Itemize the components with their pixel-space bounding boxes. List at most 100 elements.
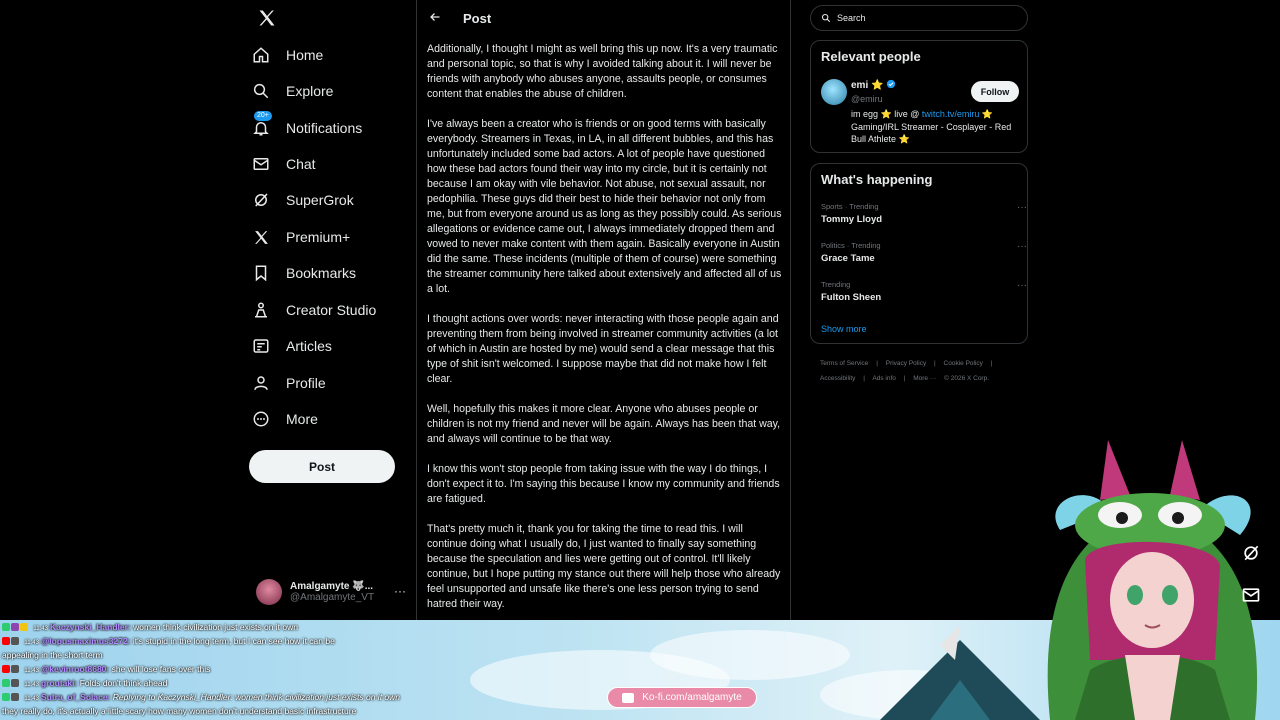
chat-username: Kaczynski_Handler:: [49, 622, 131, 632]
grok-icon[interactable]: [1238, 540, 1264, 566]
person-icon: [250, 372, 272, 394]
post-header: Post: [417, 0, 790, 36]
follow-button[interactable]: Follow: [971, 81, 1019, 102]
trend-item[interactable]: Trending Fulton Sheen ···: [821, 280, 1027, 303]
post-paragraph: I know this won't stop people from takin…: [427, 463, 780, 505]
show-more-link[interactable]: Show more: [821, 324, 867, 334]
nav-creator-studio[interactable]: Creator Studio: [250, 293, 420, 327]
nav-bookmarks-label: Bookmarks: [286, 265, 357, 281]
relevant-people-title: Relevant people: [821, 49, 921, 64]
trend-name: Grace Tame: [821, 253, 875, 264]
chat-time: 11:43: [33, 626, 48, 632]
nav-articles-label: Articles: [286, 338, 332, 354]
footer-link-more[interactable]: More ···: [913, 375, 936, 382]
mail-icon[interactable]: [1238, 582, 1264, 608]
verified-icon: [887, 79, 896, 89]
nav-profile-label: Profile: [286, 375, 326, 391]
search-placeholder: Search: [837, 13, 866, 23]
footer-separator: |: [876, 360, 878, 367]
whats-happening-title: What's happening: [821, 172, 933, 187]
home-icon: [250, 44, 272, 66]
search-input[interactable]: Search: [810, 5, 1028, 31]
post-paragraph: Well, hopefully this makes it more clear…: [427, 403, 781, 445]
x-logo-icon[interactable]: [257, 8, 281, 32]
nav-supergrok-label: SuperGrok: [286, 192, 354, 208]
footer-link-accessibility[interactable]: Accessibility: [820, 375, 855, 382]
footer-copyright: © 2026 X Corp.: [944, 375, 990, 382]
chat-text: it's stupid in the long term, but I can …: [130, 636, 335, 646]
nav-notifications[interactable]: 20+ Notifications: [250, 111, 420, 145]
relevant-person-handle: @emiru: [851, 94, 883, 104]
bell-icon: 20+: [250, 111, 272, 139]
notification-badge: 20+: [254, 111, 272, 121]
back-arrow-icon[interactable]: [429, 10, 449, 26]
nav-articles[interactable]: Articles: [250, 329, 420, 363]
account-name: Amalgamyte 🐺...: [290, 581, 374, 592]
trend-more-icon[interactable]: ···: [1017, 241, 1027, 252]
nav-more[interactable]: More: [250, 402, 420, 436]
x-logo-icon: [250, 226, 272, 248]
footer-separator: |: [934, 360, 936, 367]
chat-text: appealing in the short term: [2, 650, 103, 660]
nav-home-label: Home: [286, 47, 324, 63]
trend-item[interactable]: Sports · Trending Tommy Lloyd ···: [821, 202, 1027, 225]
nav-supergrok[interactable]: SuperGrok: [250, 183, 420, 217]
creator-icon: [250, 299, 272, 321]
footer-link-privacy[interactable]: Privacy Policy: [886, 360, 926, 367]
nav-chat-label: Chat: [286, 156, 316, 172]
trend-name: Fulton Sheen: [821, 292, 882, 303]
account-more-icon[interactable]: ···: [394, 584, 406, 598]
trend-more-icon[interactable]: ···: [1017, 202, 1027, 213]
compose-post-button[interactable]: Post: [249, 450, 395, 483]
chat-text: women think civilization just exists on …: [130, 622, 298, 632]
grok-icon: [250, 189, 272, 211]
footer-link-cookie[interactable]: Cookie Policy: [944, 360, 983, 367]
chat-username: @kevinroot8680:: [40, 664, 110, 674]
nav-home[interactable]: Home: [250, 38, 420, 72]
trend-meta: Sports · Trending: [821, 202, 879, 211]
nav-premium[interactable]: Premium+: [250, 220, 420, 254]
trend-name: Tommy Lloyd: [821, 214, 883, 225]
relevant-person-name[interactable]: emi ⭐: [851, 79, 896, 91]
trend-item[interactable]: Politics · Trending Grace Tame ···: [821, 241, 1027, 264]
trend-meta: Politics · Trending: [821, 241, 881, 250]
whats-happening-card: What's happening Sports · Trending Tommy…: [810, 163, 1028, 344]
footer-links: Terms of Service | Privacy Policy | Cook…: [820, 356, 1030, 386]
kofi-text: Ko-fi.com/amalgamyte: [642, 692, 742, 703]
post-paragraph: Additionally, I thought I might as well …: [427, 43, 778, 100]
nav-more-label: More: [286, 411, 318, 427]
post-column: Post Additionally, I thought I might as …: [416, 0, 791, 620]
nav-explore[interactable]: Explore: [250, 74, 420, 108]
chat-username: Sutra_of_Solace:: [40, 692, 111, 702]
search-icon: [821, 13, 831, 23]
chat-text: Folds don't think ahead: [77, 678, 168, 688]
footer-separator: |: [903, 375, 906, 382]
stream-chat: 11:43 Kaczynski_Handler: women think civi…: [0, 620, 440, 720]
bio-text-start: im egg ⭐ live @: [851, 109, 922, 119]
chat-time: 11:43: [24, 696, 39, 702]
nav-chat[interactable]: Chat: [250, 147, 420, 181]
chat-message: 11:43 @lopusmaximus3272: it's stupid in t…: [0, 634, 440, 648]
post-text: Additionally, I thought I might as well …: [427, 42, 785, 627]
trend-more-icon[interactable]: ···: [1017, 280, 1027, 291]
nav-explore-label: Explore: [286, 83, 334, 99]
more-circle-icon: [250, 408, 272, 430]
chat-message: 11:43 Sutra_of_Solace: Replying to Kaczyn…: [0, 690, 440, 704]
post-paragraph: That's pretty much it, thank you for tak…: [427, 523, 781, 610]
nav-premium-label: Premium+: [286, 229, 351, 245]
footer-separator: |: [990, 360, 993, 367]
post-paragraph: I've always been a creator who is friend…: [427, 118, 782, 295]
account-switcher[interactable]: Amalgamyte 🐺... @Amalgamyte_VT ···: [256, 578, 406, 606]
avatar[interactable]: [821, 79, 847, 105]
chat-message: 11:43 groutaki: Folds don't think ahead: [0, 676, 440, 690]
chat-message-continued: appealing in the short term: [0, 648, 440, 662]
footer-link-ads[interactable]: Ads info: [872, 375, 896, 382]
nav-creator-studio-label: Creator Studio: [286, 302, 377, 318]
nav-profile[interactable]: Profile: [250, 366, 420, 400]
footer-link-terms[interactable]: Terms of Service: [820, 360, 868, 367]
bio-link[interactable]: twitch.tv/emiru: [922, 109, 980, 119]
nav-notifications-label: Notifications: [286, 120, 363, 136]
relevant-people-card: Relevant people emi ⭐ @emiru Follow im e…: [810, 40, 1028, 153]
chat-text: they really do, it's actually a little s…: [2, 706, 357, 716]
nav-bookmarks[interactable]: Bookmarks: [250, 256, 420, 290]
